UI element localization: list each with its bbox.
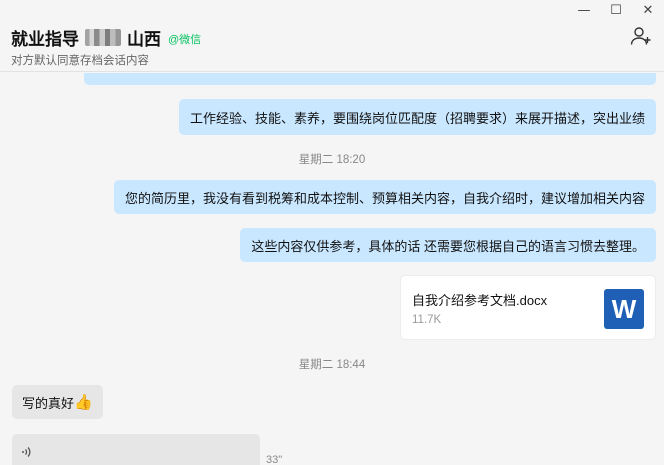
chat-title: 就业指导 山西 @微信 bbox=[11, 25, 201, 50]
title-suffix: 山西 bbox=[127, 30, 161, 49]
reply-bubble[interactable]: 写的真好 👍 bbox=[12, 385, 103, 419]
add-member-button[interactable] bbox=[630, 26, 652, 46]
message-bubble[interactable]: 工作经验、技能、素养，要围绕岗位匹配度（招聘要求）来展开描述，突出业绩 bbox=[178, 99, 656, 135]
file-attachment[interactable]: 自我介绍参考文档.docx 11.7K W bbox=[400, 275, 656, 340]
message-bubble[interactable]: 这些内容仅供参考，具体的话 还需要您根据自己的语言习惯去整理。 bbox=[240, 228, 656, 262]
message-bubble-partial[interactable] bbox=[84, 73, 656, 85]
redacted-name bbox=[85, 29, 121, 46]
timestamp: 星期二 18:20 bbox=[298, 154, 366, 166]
timestamp: 星期二 18:44 bbox=[298, 359, 366, 371]
file-name: 自我介绍参考文档.docx bbox=[412, 293, 548, 308]
reply-text: 写的真好 bbox=[22, 395, 75, 411]
close-button[interactable]: ✕ bbox=[632, 0, 664, 20]
voice-message[interactable] bbox=[12, 434, 260, 465]
message-text: 您的简历里，我没有看到税筹和成本控制、预算相关内容，自我介绍时，建议增加相关内容 bbox=[124, 190, 645, 206]
message-text: 这些内容仅供参考，具体的话 还需要您根据自己的语言习惯去整理。 bbox=[251, 238, 645, 254]
message-text: 工作经验、技能、素养，要围绕岗位匹配度（招聘要求）来展开描述，突出业绩 bbox=[189, 110, 645, 126]
minimize-button[interactable]: — bbox=[568, 0, 600, 20]
voice-wave-icon bbox=[22, 447, 31, 457]
voice-duration: 33" bbox=[266, 454, 283, 465]
add-user-icon bbox=[630, 27, 651, 45]
maximize-button[interactable]: ☐ bbox=[600, 0, 632, 20]
file-size: 11.7K bbox=[412, 314, 442, 326]
chat-header: — ☐ ✕ 就业指导 山西 @微信 对方默认同意存档会话内容 bbox=[0, 0, 664, 72]
word-document-icon: W bbox=[604, 289, 644, 329]
wechat-tag: @微信 bbox=[168, 33, 202, 46]
thumbs-up-icon: 👍 bbox=[74, 394, 93, 411]
title-prefix: 就业指导 bbox=[11, 30, 79, 49]
window-controls: — ☐ ✕ bbox=[568, 0, 664, 20]
archive-notice: 对方默认同意存档会话内容 bbox=[11, 55, 149, 67]
message-bubble[interactable]: 您的简历里，我没有看到税筹和成本控制、预算相关内容，自我介绍时，建议增加相关内容 bbox=[113, 180, 656, 214]
message-list[interactable]: 工作经验、技能、素养，要围绕岗位匹配度（招聘要求）来展开描述，突出业绩 星期二 … bbox=[0, 73, 664, 465]
